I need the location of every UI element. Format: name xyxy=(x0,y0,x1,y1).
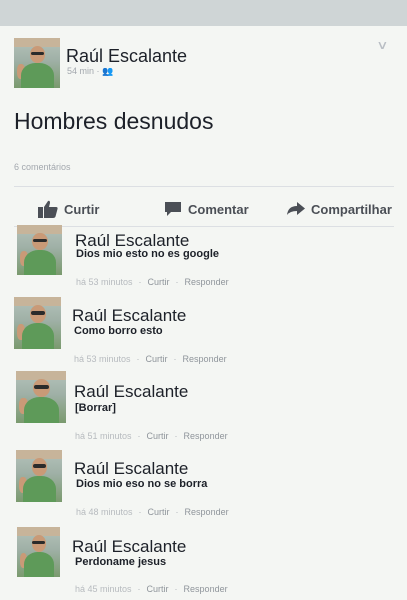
share-label: Compartilhar xyxy=(311,201,392,217)
share-button[interactable]: Compartilhar xyxy=(287,198,392,220)
comment-like-link[interactable]: Curtir xyxy=(148,507,170,517)
comment-avatar[interactable] xyxy=(16,371,66,423)
comment-time[interactable]: há 45 minutos xyxy=(75,584,132,594)
post-author-avatar[interactable] xyxy=(14,38,60,88)
post-author-name[interactable]: Raúl Escalante xyxy=(66,46,187,67)
comment-like-link[interactable]: Curtir xyxy=(147,584,169,594)
comment-avatar[interactable] xyxy=(17,527,60,577)
comment-bubble-icon xyxy=(165,202,181,216)
thumbs-up-icon xyxy=(38,200,58,218)
post-meta: 54 min · 👥 xyxy=(67,66,114,76)
comment-avatar[interactable] xyxy=(17,225,62,275)
comment-time[interactable]: há 51 minutos xyxy=(75,431,132,441)
like-label: Curtir xyxy=(64,201,100,217)
comment-meta: há 53 minutos · Curtir · Responder xyxy=(74,354,227,364)
comment-meta: há 53 minutos · Curtir · Responder xyxy=(76,277,229,287)
comment-author[interactable]: Raúl Escalante xyxy=(74,459,188,479)
chevron-down-icon[interactable]: ∨ xyxy=(376,38,388,52)
comment-text: Como borro esto xyxy=(74,325,163,337)
comment-meta: há 45 minutos · Curtir · Responder xyxy=(75,584,228,594)
comment-button[interactable]: Comentar xyxy=(164,198,249,220)
comment-time[interactable]: há 53 minutos xyxy=(74,354,131,364)
comment-avatar[interactable] xyxy=(16,450,62,502)
comment-text: [Borrar] xyxy=(75,402,116,414)
comment-meta: há 48 minutos · Curtir · Responder xyxy=(76,507,229,517)
comment-label: Comentar xyxy=(188,201,249,217)
comment-meta: há 51 minutos · Curtir · Responder xyxy=(75,431,228,441)
comment-time[interactable]: há 53 minutos xyxy=(76,277,133,287)
comment-author[interactable]: Raúl Escalante xyxy=(74,382,188,402)
status-bar xyxy=(0,0,407,26)
comment-like-link[interactable]: Curtir xyxy=(147,431,169,441)
post-time[interactable]: 54 min xyxy=(67,66,94,76)
comment-reply-link[interactable]: Responder xyxy=(183,354,227,364)
comment-time[interactable]: há 48 minutos xyxy=(76,507,133,517)
comment-text: Dios mio esto no es google xyxy=(76,248,220,260)
divider xyxy=(14,226,394,227)
comment-author[interactable]: Raúl Escalante xyxy=(72,306,186,326)
share-arrow-icon xyxy=(287,202,305,215)
post-text: Hombres desnudos xyxy=(14,108,214,134)
divider xyxy=(14,186,394,187)
comment-reply-link[interactable]: Responder xyxy=(185,507,229,517)
friends-icon: 👥 xyxy=(102,66,114,76)
comment-like-link[interactable]: Curtir xyxy=(148,277,170,287)
comment-reply-link[interactable]: Responder xyxy=(185,277,229,287)
comments-count[interactable]: 6 comentários xyxy=(14,162,71,172)
comment-reply-link[interactable]: Responder xyxy=(184,584,228,594)
comment-text: Perdoname jesus xyxy=(75,556,167,568)
comment-reply-link[interactable]: Responder xyxy=(184,431,228,441)
comment-text: Dios mio eso no se borra xyxy=(76,478,208,490)
comment-author[interactable]: Raúl Escalante xyxy=(72,537,186,557)
like-button[interactable]: Curtir xyxy=(38,198,99,220)
comment-like-link[interactable]: Curtir xyxy=(146,354,168,364)
comment-avatar[interactable] xyxy=(14,297,61,349)
